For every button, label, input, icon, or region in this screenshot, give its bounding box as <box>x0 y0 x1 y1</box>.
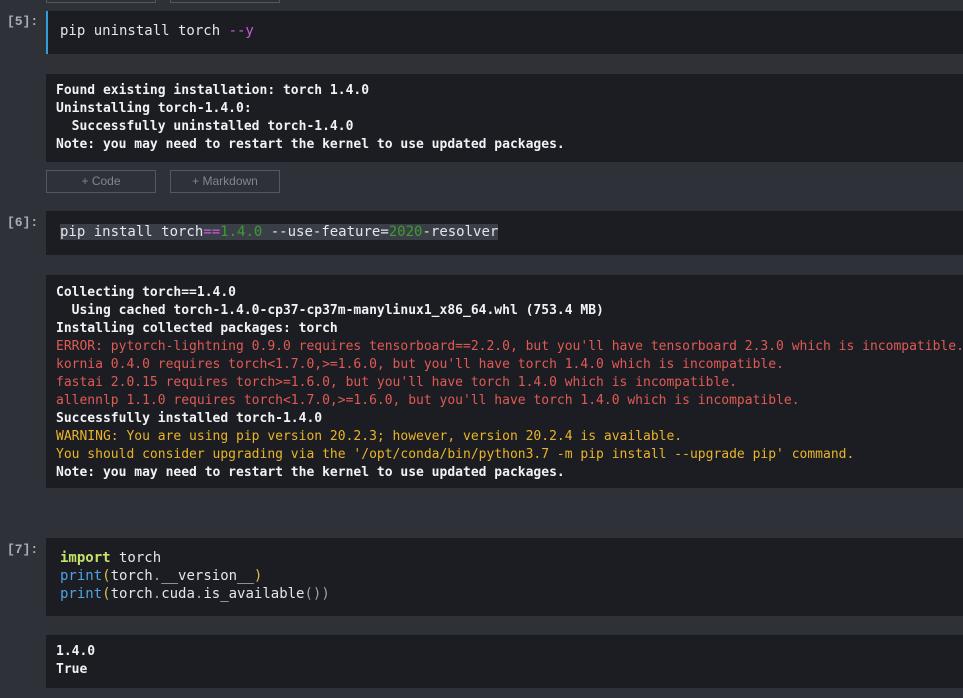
output-line: Uninstalling torch-1.4.0: <box>56 101 252 116</box>
output-line: 1.4.0 <box>56 644 96 659</box>
partial-add-code-button[interactable] <box>46 0 156 3</box>
code-dot: . <box>152 586 162 602</box>
error-line: fastai 2.0.15 requires torch>=1.6.0, but… <box>56 375 737 390</box>
code-paren: ( <box>102 586 111 602</box>
code-paren: ) <box>321 586 330 602</box>
code-cell-input[interactable]: pip uninstall torch --y <box>46 11 963 54</box>
code-text: cuda <box>161 586 195 602</box>
error-line: allennlp 1.1.0 requires torch<1.7.0,>=1.… <box>56 393 800 408</box>
error-line: ERROR: pytorch-lightning 0.9.0 requires … <box>56 339 963 354</box>
output-line: Collecting torch==1.4.0 <box>56 285 237 300</box>
add-markdown-button[interactable]: + Markdown <box>170 170 280 193</box>
code-text: --use-feature= <box>262 224 389 240</box>
code-function: print <box>60 568 103 584</box>
output-line: Note: you may need to restart the kernel… <box>56 137 565 152</box>
code-paren: ( <box>102 568 111 584</box>
output-line: Successfully installed torch-1.4.0 <box>56 411 323 426</box>
selected-code: pip install torch==1.4.0 --use-feature=2… <box>60 224 499 240</box>
code-cell-input[interactable]: pip install torch==1.4.0 --use-feature=2… <box>46 211 963 255</box>
code-function: print <box>60 586 103 602</box>
cell-output: Collecting torch==1.4.0 Using cached tor… <box>46 275 963 488</box>
output-line: Note: you may need to restart the kernel… <box>56 465 565 480</box>
output-line: Using cached torch-1.4.0-cp37-cp37m-many… <box>56 303 604 318</box>
add-code-button[interactable]: + Code <box>46 170 156 193</box>
code-text: is_available <box>203 586 305 602</box>
cell-prompt: [5]: <box>7 14 39 29</box>
code-paren: ) <box>253 568 263 584</box>
output-line: Installing collected packages: torch <box>56 321 338 336</box>
code-text: pip install torch <box>60 224 204 240</box>
cell-prompt: [6]: <box>7 215 39 230</box>
code-operator: == <box>203 224 221 240</box>
code-keyword: import <box>60 550 111 566</box>
warning-line: You should consider upgrading via the '/… <box>56 447 855 462</box>
code-number: 2020 <box>388 224 423 240</box>
error-line: kornia 0.4.0 requires torch<1.7.0,>=1.6.… <box>56 357 784 372</box>
code-cell-input[interactable]: import torch print(torch.__version__) prin… <box>46 538 963 616</box>
code-text: torch <box>110 550 162 566</box>
code-number: 1.4.0 <box>220 224 263 240</box>
code-paren: () <box>304 586 322 602</box>
code-text: pip uninstall torch <box>60 23 229 39</box>
output-line: Successfully uninstalled torch-1.4.0 <box>56 119 354 134</box>
output-line: True <box>56 662 88 677</box>
cell-output: Found existing installation: torch 1.4.0… <box>46 74 963 162</box>
code-flag: --y <box>228 23 254 39</box>
code-text: torch <box>110 586 153 602</box>
output-line: Found existing installation: torch 1.4.0 <box>56 83 370 98</box>
code-dot: . <box>152 568 162 584</box>
code-text: __version__ <box>161 568 254 584</box>
cell-output: 1.4.0 True <box>46 635 963 688</box>
code-text: torch <box>110 568 153 584</box>
partial-add-markdown-button[interactable] <box>170 0 280 3</box>
code-text: -resolver <box>422 224 499 240</box>
cell-prompt: [7]: <box>7 542 39 557</box>
warning-line: WARNING: You are using pip version 20.2.… <box>56 429 683 444</box>
